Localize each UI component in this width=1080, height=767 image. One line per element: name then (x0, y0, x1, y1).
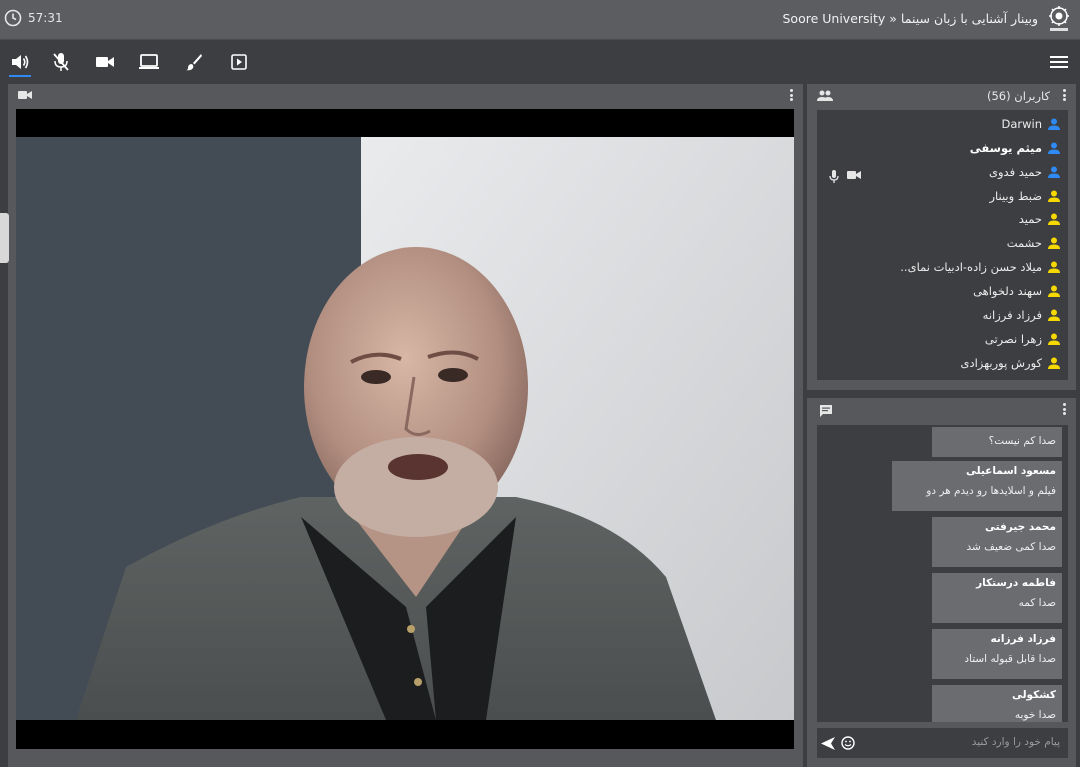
message-sender: محمد جیرفتی (985, 521, 1056, 533)
webcam-image (16, 137, 794, 720)
clock-icon (4, 9, 22, 27)
user-name: فرزاد فرزانه (982, 308, 1042, 322)
user-name: کورش پوربهزادی (960, 356, 1042, 370)
speaker-button[interactable] (9, 51, 31, 77)
message-text: صدا خوبه (1014, 709, 1056, 721)
brush-icon (186, 54, 202, 71)
message-text: صدا کم نیست؟ (988, 435, 1056, 447)
chat-message: کشکولی صدا خوبه (932, 685, 1062, 722)
chat-message: صدا کم نیست؟ (932, 427, 1062, 457)
chat-panel: صدا کم نیست؟ مسعود اسماعیلی فیلم و اسلایده… (807, 398, 1076, 767)
message-sender: مسعود اسماعیلی (965, 465, 1056, 477)
chat-icon (820, 405, 832, 417)
page-title: Soore University » وبینار آشنایی با زبان… (782, 11, 1039, 26)
users-panel-header: کاربران (56) (807, 84, 1076, 108)
emoji-icon[interactable] (841, 736, 855, 750)
chat-panel-header (807, 398, 1076, 422)
toolbar (0, 41, 1080, 83)
presentation-button[interactable] (228, 51, 250, 73)
microphone-icon (829, 170, 839, 183)
message-text: صدا قابل قبوله استاد (964, 653, 1056, 665)
user-icon (1048, 142, 1060, 154)
university-logo-icon (1049, 6, 1069, 31)
user-icon (1048, 237, 1060, 249)
user-icon (1048, 357, 1060, 369)
user-name: حمید فدوی (988, 165, 1042, 179)
video-panel-header (8, 84, 803, 108)
user-icon (1048, 333, 1060, 345)
user-list-item[interactable]: میلاد حسن زاده-ادبیات نمای.. (900, 257, 1060, 277)
chat-input-bar[interactable]: پیام خود را وارد کنید (817, 728, 1068, 758)
chat-options-button[interactable] (1063, 403, 1066, 415)
user-icon (1048, 190, 1060, 202)
users-title: کاربران (56) (986, 89, 1050, 103)
users-options-button[interactable] (1063, 89, 1066, 101)
chat-message: فاطمه درستکار صدا کمه (932, 573, 1062, 623)
user-list-item[interactable]: حمید فدوی (989, 162, 1060, 182)
users-panel: کاربران (56) Darwin میثم یوسفی حمید فدوی ضب… (807, 84, 1076, 390)
user-camera-icon (847, 171, 861, 179)
video-panel (8, 84, 803, 767)
screen-share-icon (139, 54, 159, 69)
user-icon (1048, 285, 1060, 297)
message-text: صدا کمه (1018, 597, 1056, 609)
chat-message: محمد جیرفتی صدا کمی ضعیف شد (932, 517, 1062, 567)
webcam-video (16, 137, 794, 720)
timer-text: 57:31 (28, 11, 63, 25)
microphone-button[interactable] (50, 51, 72, 73)
user-name: سهند دلخواهی (973, 284, 1042, 298)
user-name: میثم یوسفی (969, 141, 1042, 155)
user-icon (1048, 118, 1060, 130)
send-icon[interactable] (821, 737, 835, 750)
user-list-item[interactable]: حمید (1019, 209, 1060, 229)
user-list-item[interactable]: زهرا نصرتی (985, 329, 1060, 349)
user-list-item[interactable]: کورش پوربهزادی (960, 353, 1060, 373)
user-icon (1048, 166, 1060, 178)
user-icon (1048, 261, 1060, 273)
camera-button[interactable] (94, 51, 116, 73)
mic-off-icon (53, 53, 69, 71)
top-bar: 57:31 Soore University » وبینار آشنایی ب… (0, 0, 1080, 40)
user-name: ضبط وبینار (989, 189, 1042, 203)
menu-button[interactable] (1050, 54, 1068, 70)
users-list: Darwin میثم یوسفی حمید فدوی ضبط وبینار حمید ح… (817, 110, 1068, 380)
user-name: زهرا نصرتی (984, 332, 1042, 346)
video-camera-icon (18, 91, 32, 99)
user-name: حمید (1018, 212, 1042, 226)
user-name: حشمت (1006, 236, 1042, 250)
user-list-item[interactable]: میثم یوسفی (970, 138, 1060, 158)
message-sender: کشکولی (1011, 689, 1056, 701)
user-name: Darwin (1001, 117, 1042, 131)
camera-icon (96, 57, 114, 67)
screen-share-button[interactable] (138, 51, 160, 73)
video-options-button[interactable] (790, 89, 793, 101)
people-icon (817, 90, 833, 101)
user-name: میلاد حسن زاده-ادبیات نمای.. (900, 260, 1042, 274)
user-list-item[interactable]: حشمت (1007, 233, 1060, 253)
menu-icon (1050, 56, 1068, 68)
brush-button[interactable] (183, 51, 205, 73)
message-sender: فاطمه درستکار (976, 577, 1056, 589)
message-text: فیلم و اسلایدها رو دیدم هر دو (926, 485, 1056, 497)
session-timer: 57:31 (4, 9, 63, 27)
video-area[interactable] (16, 109, 794, 749)
user-icon (1048, 213, 1060, 225)
user-list-item[interactable]: سهند دلخواهی (973, 281, 1060, 301)
chat-messages-list: صدا کم نیست؟ مسعود اسماعیلی فیلم و اسلایده… (817, 425, 1068, 722)
panel-resize-handle[interactable] (0, 213, 9, 263)
user-list-item[interactable]: ضبط وبینار (989, 186, 1060, 206)
user-list-item[interactable]: فرزاد فرزانه (983, 305, 1060, 325)
chat-message-input[interactable]: پیام خود را وارد کنید (972, 736, 1060, 748)
chat-message: مسعود اسماعیلی فیلم و اسلایدها رو دیدم هر… (892, 461, 1062, 511)
presentation-icon (231, 54, 247, 70)
user-list-item[interactable]: Darwin (1001, 114, 1060, 134)
message-sender: فرزاد فرزانه (990, 633, 1056, 645)
user-icon (1048, 309, 1060, 321)
chat-message: فرزاد فرزانه صدا قابل قبوله استاد (932, 629, 1062, 679)
user-media-status (829, 170, 861, 184)
message-text: صدا کمی ضعیف شد (966, 541, 1056, 553)
speaker-icon (12, 55, 29, 69)
